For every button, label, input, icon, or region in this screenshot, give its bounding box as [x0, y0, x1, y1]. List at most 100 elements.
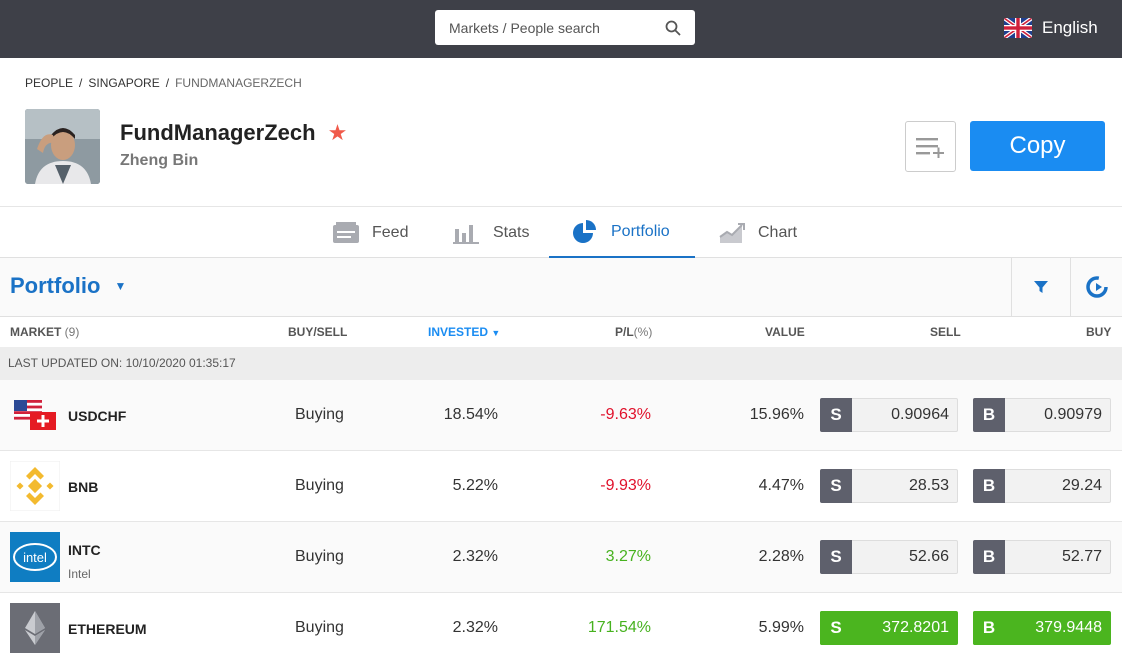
avatar — [25, 109, 100, 184]
column-value[interactable]: VALUE — [765, 325, 805, 339]
column-sell: SELL — [930, 325, 961, 339]
pl-cell: -9.93% — [600, 477, 651, 494]
language-label: English — [1042, 18, 1098, 37]
copy-button[interactable]: Copy — [970, 121, 1105, 171]
refresh-icon — [1085, 276, 1108, 298]
profile-tabs: Feed Stats Portfolio Chart — [0, 206, 1122, 258]
last-updated: LAST UPDATED ON: 10/10/2020 01:35:17 — [0, 347, 1122, 380]
buy-price: 379.9448 — [1035, 619, 1102, 636]
tab-label: Feed — [372, 223, 409, 241]
profile-real-name: Zheng Bin — [120, 152, 199, 169]
value-cell: 2.28% — [758, 548, 804, 565]
tab-label: Chart — [758, 223, 798, 241]
username-text: FundManagerZech — [120, 120, 316, 145]
portfolio-header: Portfolio ▼ — [0, 258, 1122, 317]
table-header: MARKET (9) BUY/SELL INVESTED ▼ P/L(%) VA… — [0, 317, 1122, 347]
bnb-logo-icon — [10, 461, 60, 511]
breadcrumb-singapore[interactable]: SINGAPORE — [88, 76, 159, 90]
buy-price-button[interactable]: B 29.24 — [973, 469, 1111, 503]
column-pl[interactable]: P/L(%) — [615, 325, 652, 339]
pl-cell: -9.63% — [600, 406, 651, 423]
market-name: Intel — [68, 567, 91, 581]
refresh-button[interactable] — [1070, 258, 1122, 316]
search-input[interactable]: Markets / People search — [435, 10, 695, 45]
market-symbol[interactable]: USDCHF — [68, 408, 126, 424]
buy-price: 29.24 — [1061, 477, 1102, 494]
breadcrumb-separator: / — [165, 76, 170, 90]
sell-price-button[interactable]: S 52.66 — [820, 540, 958, 574]
filter-icon — [1034, 281, 1048, 293]
market-symbol[interactable]: ETHEREUM — [68, 621, 147, 637]
profile-username: FundManagerZech ★ — [120, 120, 347, 146]
table-row[interactable]: USDCHF Buying 18.54% -9.63% 15.96% S 0.90… — [0, 380, 1122, 451]
sell-price: 28.53 — [908, 477, 949, 494]
search-icon[interactable] — [665, 20, 681, 36]
sell-tag: S — [820, 540, 852, 574]
value-cell: 5.99% — [758, 619, 804, 636]
buysell-cell: Buying — [295, 406, 344, 423]
filter-button[interactable] — [1011, 258, 1070, 316]
add-to-watchlist-button[interactable] — [905, 121, 956, 172]
feed-icon — [333, 221, 359, 243]
invested-cell: 5.22% — [452, 477, 498, 494]
top-bar: Markets / People search English — [0, 0, 1122, 58]
sell-price: 52.66 — [908, 548, 949, 565]
table-row[interactable]: BNB Buying 5.22% -9.93% 4.47% S 28.53 B 29… — [0, 451, 1122, 522]
market-count: (9) — [64, 325, 80, 339]
uk-flag-icon — [1004, 18, 1032, 38]
usdchf-flags-icon — [14, 400, 56, 430]
tab-feed[interactable]: Feed — [332, 207, 408, 258]
value-cell: 4.47% — [758, 477, 804, 494]
buy-price-button[interactable]: B 52.77 — [973, 540, 1111, 574]
sell-price-button[interactable]: S 0.90964 — [820, 398, 958, 432]
chart-icon — [719, 222, 745, 243]
pl-cell: 171.54% — [587, 619, 651, 636]
tab-label: Stats — [493, 223, 530, 241]
buysell-cell: Buying — [295, 619, 344, 636]
search-placeholder: Markets / People search — [449, 19, 600, 36]
tab-stats[interactable]: Stats — [453, 207, 529, 258]
intel-logo-icon: intel — [10, 532, 60, 582]
intel-logo-text: intel — [23, 550, 47, 565]
tab-label: Portfolio — [611, 222, 670, 240]
market-symbol[interactable]: INTC — [68, 542, 101, 558]
pie-chart-icon — [573, 219, 596, 243]
portfolio-title: Portfolio — [10, 273, 101, 298]
tab-chart[interactable]: Chart — [718, 207, 797, 258]
pl-cell: 3.27% — [605, 548, 651, 565]
column-buy: BUY — [1086, 325, 1112, 339]
buy-price-button[interactable]: B 0.90979 — [973, 398, 1111, 432]
language-selector[interactable]: English — [1004, 18, 1098, 38]
column-market-label: MARKET — [10, 325, 62, 339]
pl-unit: (%) — [633, 325, 653, 339]
sell-price-button[interactable]: S 372.8201 — [820, 611, 958, 645]
sell-price: 372.8201 — [882, 619, 949, 636]
sell-tag: S — [820, 611, 852, 645]
buy-tag: B — [973, 398, 1005, 432]
breadcrumb-current: FUNDMANAGERZECH — [175, 76, 302, 90]
sell-price-button[interactable]: S 28.53 — [820, 469, 958, 503]
star-icon[interactable]: ★ — [328, 120, 348, 146]
buy-tag: B — [973, 611, 1005, 645]
breadcrumb-people[interactable]: PEOPLE — [25, 76, 73, 90]
column-pl-label: P/L — [615, 325, 634, 339]
avatar-photo — [25, 109, 100, 184]
market-symbol[interactable]: BNB — [68, 479, 98, 495]
sell-price: 0.90964 — [891, 406, 949, 423]
buysell-cell: Buying — [295, 548, 344, 565]
table-row[interactable]: ETHEREUM Buying 2.32% 171.54% 5.99% S 372… — [0, 593, 1122, 664]
portfolio-view-dropdown[interactable]: Portfolio ▼ — [10, 273, 126, 299]
buy-tag: B — [973, 540, 1005, 574]
tab-portfolio[interactable]: Portfolio — [549, 207, 695, 258]
column-invested[interactable]: INVESTED ▼ — [428, 325, 500, 339]
column-invested-label: INVESTED — [428, 325, 489, 339]
table-row[interactable]: intel INTC Intel Buying 2.32% 3.27% 2.28… — [0, 522, 1122, 593]
buy-price: 0.90979 — [1044, 406, 1102, 423]
column-market[interactable]: MARKET (9) — [10, 325, 79, 339]
buy-tag: B — [973, 469, 1005, 503]
buy-price-button[interactable]: B 379.9448 — [973, 611, 1111, 645]
invested-cell: 18.54% — [443, 406, 498, 423]
sell-tag: S — [820, 398, 852, 432]
buy-price: 52.77 — [1061, 548, 1102, 565]
column-buysell[interactable]: BUY/SELL — [288, 325, 347, 339]
